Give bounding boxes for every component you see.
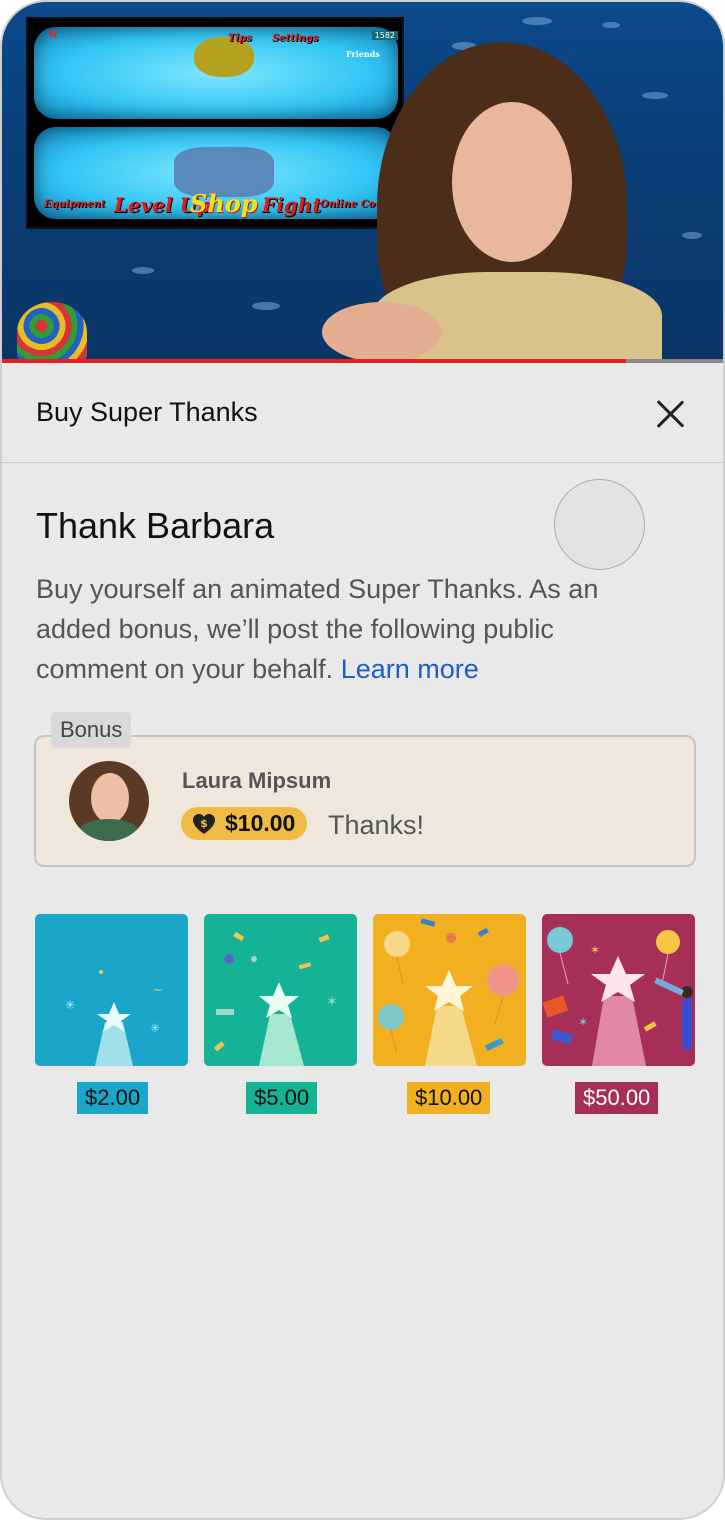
- svg-text:✶: ✶: [326, 994, 338, 1010]
- description: Buy yourself an animated Super Thanks. A…: [36, 569, 656, 689]
- learn-more-link[interactable]: Learn more: [341, 654, 479, 684]
- sheet-title: Buy Super Thanks: [36, 397, 258, 427]
- game-label-tips: Tips: [228, 33, 252, 44]
- svg-text:✶: ✶: [578, 1015, 588, 1029]
- phone-frame: « Tips Settings 1582 Friends Equipment L…: [0, 0, 725, 1520]
- background-fish: [252, 302, 280, 310]
- super-thanks-amount-pill: $ $10.00: [181, 807, 308, 840]
- avatar: [69, 761, 149, 841]
- super-thanks-option-50[interactable]: ✶ ✶: [542, 914, 695, 1066]
- price-tag-5[interactable]: $5.00: [246, 1082, 318, 1114]
- price-tag-10[interactable]: $10.00: [407, 1082, 491, 1114]
- sheet-header: Buy Super Thanks: [2, 363, 723, 463]
- svg-text:●: ●: [224, 951, 234, 965]
- background-fish: [602, 22, 620, 28]
- celebration-icon: ✶ ●: [204, 914, 357, 1066]
- bonus-tag: Bonus: [51, 712, 132, 748]
- comment-text: Thanks!: [328, 810, 425, 840]
- super-thanks-option-5[interactable]: ✶ ●: [204, 914, 357, 1066]
- game-screen-top: [34, 27, 398, 119]
- game-label-shop: Shop: [190, 189, 258, 218]
- price-tag-2[interactable]: $2.00: [77, 1082, 149, 1114]
- bonus-comment-card: Laura Mipsum $ $10.00 Thanks!: [34, 735, 696, 867]
- svg-text:✳: ✳: [150, 1021, 160, 1035]
- celebration-icon: ✳ ✳ ~: [35, 914, 188, 1066]
- video-player[interactable]: « Tips Settings 1582 Friends Equipment L…: [2, 2, 723, 363]
- background-fish: [132, 267, 154, 274]
- comment-user-name: Laura Mipsum: [182, 768, 332, 793]
- svg-text:✶: ✶: [590, 943, 600, 957]
- game-label-equipment: Equipment: [44, 199, 106, 210]
- background-fish: [682, 232, 702, 239]
- svg-text:~: ~: [153, 983, 163, 997]
- background-fish: [522, 17, 552, 25]
- heart-dollar-icon: $: [191, 812, 217, 836]
- description-text: Buy yourself an animated Super Thanks. A…: [36, 574, 599, 684]
- game-back-icon: «: [48, 23, 59, 43]
- svg-text:✳: ✳: [65, 998, 75, 1012]
- price-tag-50[interactable]: $50.00: [575, 1082, 659, 1114]
- super-thanks-option-10[interactable]: [373, 914, 526, 1066]
- candy-jar: [17, 302, 87, 362]
- svg-text:$: $: [200, 817, 208, 830]
- close-icon[interactable]: [652, 395, 688, 431]
- streamer: [322, 32, 682, 363]
- game-label-fight: Fight: [262, 193, 322, 217]
- game-label-settings: Settings: [272, 33, 319, 44]
- celebration-icon: ✶ ✶: [542, 914, 695, 1066]
- super-thanks-amount: $10.00: [225, 810, 296, 836]
- thank-heading: Thank Barbara: [36, 505, 275, 546]
- game-menu-overlay: « Tips Settings 1582 Friends Equipment L…: [26, 17, 404, 229]
- celebration-icon: [373, 914, 526, 1066]
- creator-avatar: [554, 479, 645, 570]
- super-thanks-option-2[interactable]: ✳ ✳ ~: [35, 914, 188, 1066]
